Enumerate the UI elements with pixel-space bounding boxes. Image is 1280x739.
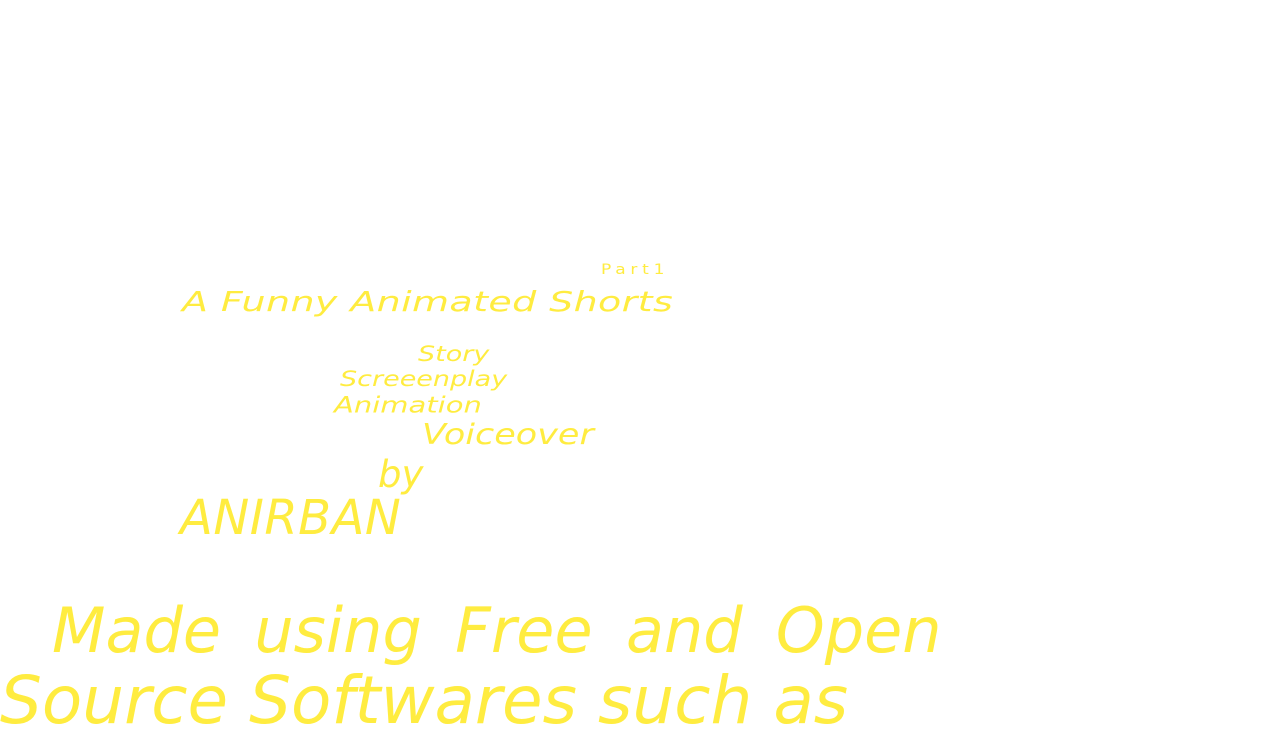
- role-animation: Animation: [334, 391, 482, 419]
- role-story: Story: [418, 342, 490, 367]
- role-voiceover: Voiceover: [422, 418, 594, 452]
- by-label: by: [378, 453, 424, 496]
- role-screenplay: Screeenplay: [340, 367, 508, 392]
- subtitle: A Funny Animated Shorts: [182, 285, 674, 318]
- author-name: ANIRBAN: [180, 490, 402, 546]
- made-with-line-2: Source Softwares such as: [0, 662, 849, 739]
- part-label: Part1: [601, 261, 670, 279]
- made-with-line-1: Made using Free and Open: [52, 594, 942, 667]
